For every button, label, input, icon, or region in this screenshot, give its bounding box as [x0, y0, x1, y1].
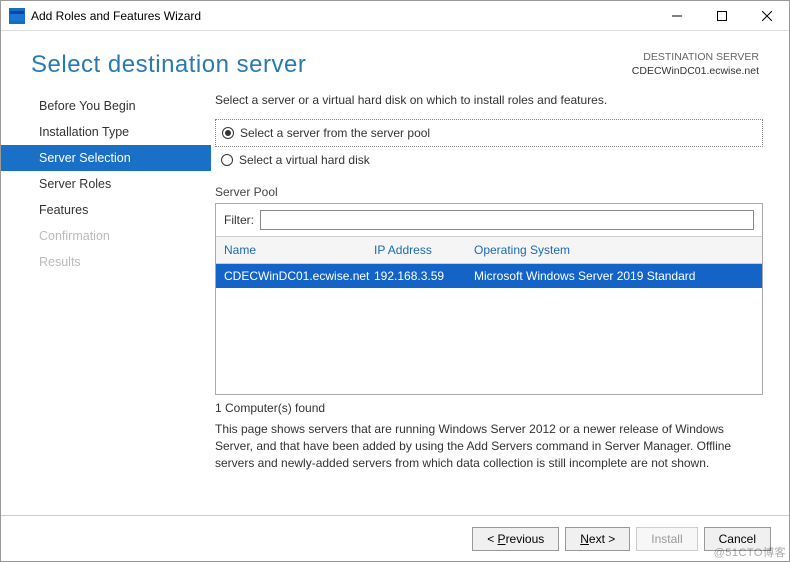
radio-label: Select a server from the server pool	[240, 126, 430, 140]
radio-vhd[interactable]: Select a virtual hard disk	[221, 151, 757, 169]
maximize-button[interactable]	[699, 1, 744, 30]
window-title: Add Roles and Features Wizard	[31, 9, 654, 23]
server-pool-label: Server Pool	[215, 185, 763, 199]
cell-name: CDECWinDC01.ecwise.net	[216, 264, 366, 288]
cell-os: Microsoft Windows Server 2019 Standard	[466, 264, 762, 288]
footer: < Previous Next > Install Cancel	[1, 515, 789, 561]
nav-server-roles[interactable]: Server Roles	[1, 171, 211, 197]
col-os[interactable]: Operating System	[466, 237, 762, 263]
server-pool-box: Filter: Name IP Address Operating System…	[215, 203, 763, 395]
nav-results: Results	[1, 249, 211, 275]
page-title: Select destination server	[31, 51, 632, 79]
install-button: Install	[636, 527, 697, 551]
col-ip[interactable]: IP Address	[366, 237, 466, 263]
next-button[interactable]: Next >	[565, 527, 630, 551]
radio-icon	[222, 127, 234, 139]
filter-label: Filter:	[224, 213, 254, 227]
footnote-text: This page shows servers that are running…	[215, 421, 763, 471]
minimize-button[interactable]	[654, 1, 699, 30]
close-button[interactable]	[744, 1, 789, 30]
filter-input[interactable]	[260, 210, 754, 230]
computers-found: 1 Computer(s) found	[215, 401, 763, 415]
previous-button[interactable]: < Previous	[472, 527, 559, 551]
radio-icon	[221, 154, 233, 166]
col-name[interactable]: Name	[216, 237, 366, 263]
table-header: Name IP Address Operating System	[216, 237, 762, 264]
radio-server-pool[interactable]: Select a server from the server pool	[222, 124, 756, 142]
destination-label: DESTINATION SERVER	[632, 51, 759, 65]
radio-label: Select a virtual hard disk	[239, 153, 370, 167]
nav-installation-type[interactable]: Installation Type	[1, 119, 211, 145]
table-row[interactable]: CDECWinDC01.ecwise.net 192.168.3.59 Micr…	[216, 264, 762, 288]
instruction-text: Select a server or a virtual hard disk o…	[215, 93, 763, 107]
destination-info: DESTINATION SERVER CDECWinDC01.ecwise.ne…	[632, 51, 759, 78]
nav-server-selection[interactable]: Server Selection	[1, 145, 211, 171]
cancel-button[interactable]: Cancel	[704, 527, 771, 551]
titlebar: Add Roles and Features Wizard	[1, 1, 789, 31]
destination-value: CDECWinDC01.ecwise.net	[632, 65, 759, 79]
nav-confirmation: Confirmation	[1, 223, 211, 249]
nav-before-you-begin[interactable]: Before You Begin	[1, 93, 211, 119]
cell-ip: 192.168.3.59	[366, 264, 466, 288]
nav-features[interactable]: Features	[1, 197, 211, 223]
app-icon	[9, 8, 25, 24]
wizard-nav: Before You Begin Installation Type Serve…	[1, 89, 211, 515]
